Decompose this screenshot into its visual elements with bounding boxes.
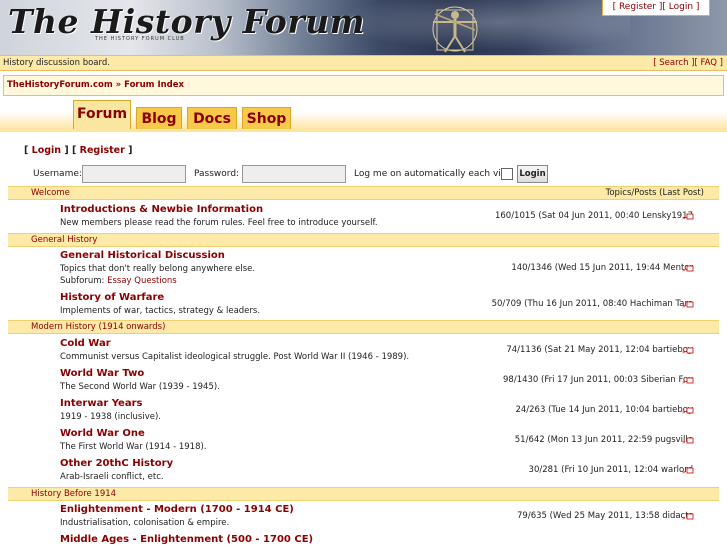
search-link[interactable]: Search: [659, 58, 688, 68]
username-input[interactable]: [82, 165, 186, 183]
forum-stats-warfare: 50/709 (Thu 16 Jun 2011, 08:40 Hachiman …: [491, 299, 693, 309]
login-link[interactable]: Login: [669, 2, 693, 12]
forum-desc-warfare: Implements of war, tactics, strategy & l…: [60, 306, 261, 316]
subforum-label: Subforum:: [60, 276, 105, 286]
forum-stats-introductions: 160/1015 (Sat 04 Jun 2011, 00:40 Lensky1…: [494, 211, 693, 221]
go-to-last-post-icon[interactable]: »: [682, 213, 694, 221]
go-to-last-post-icon[interactable]: »: [682, 377, 694, 385]
svg-text:»: »: [682, 349, 686, 355]
site-logo-subtitle: THE HISTORY FORUM CLUB: [95, 36, 185, 42]
forum-title-general-discussion[interactable]: General Historical Discussion: [60, 250, 225, 261]
account-links: [ Register ][ Login ]: [602, 0, 710, 16]
password-input[interactable]: [242, 165, 346, 183]
vitruvian-man-icon: [432, 6, 478, 53]
go-to-last-post-icon[interactable]: »: [682, 437, 694, 445]
header-links: [ Search ][ FAQ ]: [653, 58, 723, 68]
go-to-last-post-icon[interactable]: »: [682, 347, 694, 355]
forum-stats-cold-war: 74/1136 (Sat 21 May 2011, 12:04 bartiebo…: [506, 345, 693, 355]
forum-title-middle-ages[interactable]: Middle Ages - Enlightenment (500 - 1700 …: [60, 534, 313, 545]
forum-title-interwar[interactable]: Interwar Years: [60, 398, 142, 409]
go-to-last-post-icon[interactable]: »: [682, 467, 694, 475]
forum-stats-general-discussion: 140/1346 (Wed 15 Jun 2011, 19:44 Mentor: [511, 263, 693, 273]
svg-text:»: »: [682, 439, 686, 445]
forum-title-ww2[interactable]: World War Two: [60, 368, 144, 379]
tab-bar: Forum Blog Docs Shop: [0, 100, 727, 130]
category-link-before-1914[interactable]: History Before 1914: [31, 489, 116, 499]
forum-title-introductions[interactable]: Introductions & Newbie Information: [60, 204, 263, 215]
go-to-last-post-icon[interactable]: »: [682, 407, 694, 415]
forum-desc-general-discussion: Topics that don't really belong anywhere…: [60, 264, 256, 274]
username-label: Username:: [33, 169, 82, 179]
forum-desc-introductions: New members please read the forum rules.…: [60, 218, 378, 228]
forum-title-warfare[interactable]: History of Warfare: [60, 292, 164, 303]
register-link[interactable]: Register: [619, 2, 656, 12]
forum-stats-ww2: 98/1430 (Fri 17 Jun 2011, 00:03 Siberian…: [503, 375, 693, 385]
category-header-welcome: Welcome Topics/Posts (Last Post): [8, 186, 719, 200]
tab-forum[interactable]: Forum: [73, 100, 131, 130]
svg-text:»: »: [682, 409, 686, 415]
form-register-link[interactable]: Register: [80, 145, 125, 156]
forum-desc-cold-war: Communist versus Capitalist ideological …: [60, 352, 410, 362]
svg-text:»: »: [682, 379, 686, 385]
auto-login-checkbox[interactable]: [501, 168, 513, 180]
account-bracket-close: ]: [693, 2, 700, 12]
tab-blog[interactable]: Blog: [136, 107, 182, 130]
forum-stats-other-20thc: 30/281 (Fri 10 Jun 2011, 12:04 warlord: [528, 465, 693, 475]
category-link-general-history[interactable]: General History: [31, 235, 97, 245]
form-login-link[interactable]: Login: [32, 145, 61, 156]
account-separator: ][: [656, 2, 669, 12]
category-header-modern-history: Modern History (1914 onwards): [8, 320, 719, 334]
category-header-before-1914: History Before 1914: [8, 487, 719, 501]
breadcrumb-bar: TheHistoryForum.com » Forum Index: [3, 75, 724, 96]
forum-stats-ww1: 51/642 (Mon 13 Jun 2011, 22:59 pugsville: [514, 435, 693, 445]
go-to-last-post-icon[interactable]: »: [682, 513, 694, 521]
category-link-modern-history[interactable]: Modern History (1914 onwards): [31, 322, 165, 332]
header-strip: History discussion board. [ Search ][ FA…: [0, 55, 727, 71]
forum-desc-enlightenment-modern: Industrialisation, colonisation & empire…: [60, 518, 230, 528]
site-banner: The History Forum THE HISTORY FORUM CLUB…: [0, 0, 727, 55]
forum-title-enlightenment-modern[interactable]: Enlightenment - Modern (1700 - 1914 CE): [60, 504, 294, 515]
go-to-last-post-icon[interactable]: »: [682, 301, 694, 309]
forum-desc-other-20thc: Arab-Israeli conflict, etc.: [60, 472, 164, 482]
svg-text:»: »: [682, 303, 686, 309]
subforum-line: Subforum: Essay Questions: [60, 276, 177, 286]
tab-docs[interactable]: Docs: [187, 107, 237, 130]
forum-title-cold-war[interactable]: Cold War: [60, 338, 111, 349]
category-link-welcome[interactable]: Welcome: [31, 188, 70, 198]
svg-text:»: »: [682, 469, 686, 475]
forum-stats-enlightenment-modern: 79/635 (Wed 25 May 2011, 13:58 didacts: [517, 511, 693, 521]
auto-login-label: Log me on automatically each visit: [354, 169, 512, 179]
password-label: Password:: [194, 169, 240, 179]
forum-desc-ww2: The Second World War (1939 - 1945).: [60, 382, 220, 392]
login-register-links: [ Login ] [ Register ]: [24, 145, 133, 156]
svg-text:»: »: [682, 215, 686, 221]
forum-desc-interwar: 1919 - 1938 (inclusive).: [60, 412, 161, 422]
svg-text:»: »: [682, 267, 686, 273]
site-description: History discussion board.: [3, 58, 110, 68]
login-button[interactable]: Login: [517, 165, 548, 183]
forum-title-other-20thc[interactable]: Other 20thC History: [60, 458, 173, 469]
forum-title-ww1[interactable]: World War One: [60, 428, 145, 439]
stats-column-header: Topics/Posts (Last Post): [605, 188, 704, 198]
forum-stats-interwar: 24/263 (Tue 14 Jun 2011, 10:04 bartieboy: [515, 405, 693, 415]
subforum-link-essay-questions[interactable]: Essay Questions: [107, 276, 177, 286]
faq-link[interactable]: FAQ: [701, 58, 717, 68]
site-logo[interactable]: The History Forum: [8, 2, 365, 41]
svg-text:»: »: [682, 515, 686, 521]
forum-desc-ww1: The First World War (1914 - 1918).: [60, 442, 207, 452]
go-to-last-post-icon[interactable]: »: [682, 265, 694, 273]
tab-shop[interactable]: Shop: [242, 107, 291, 130]
breadcrumb[interactable]: TheHistoryForum.com » Forum Index: [7, 80, 184, 90]
category-header-general-history: General History: [8, 233, 719, 247]
